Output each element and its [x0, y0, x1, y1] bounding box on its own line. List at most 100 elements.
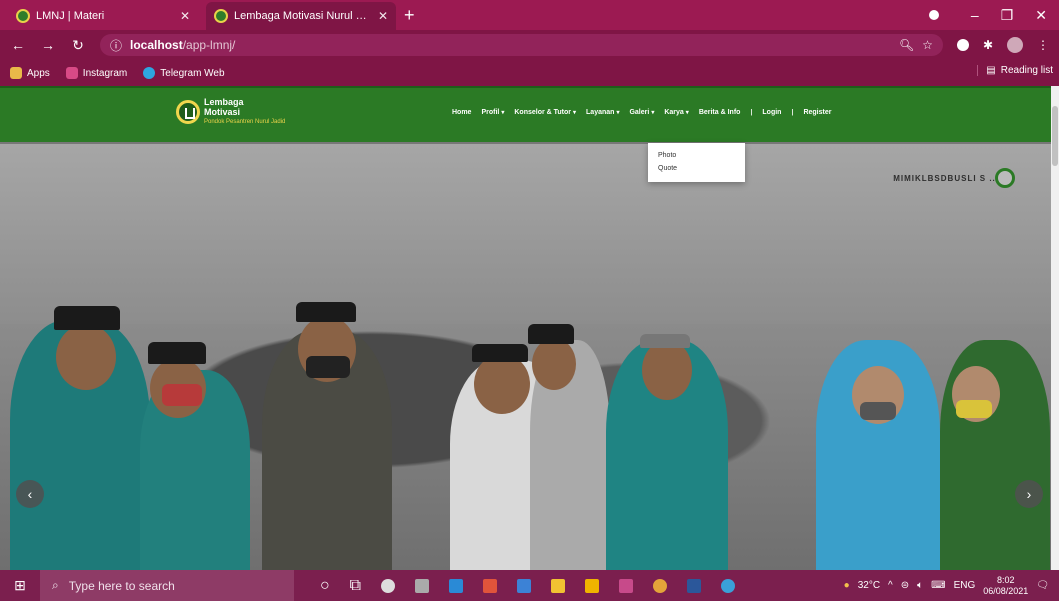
back-icon[interactable]: ← — [10, 37, 26, 53]
reading-list-button[interactable]: ▤ Reading list — [977, 65, 1053, 76]
tab-title: LMNJ | Materi — [36, 10, 105, 22]
bookmark-apps[interactable]: Apps — [10, 67, 50, 79]
zoom-icon[interactable]: 🔍︎ — [899, 38, 914, 52]
clock[interactable]: 8:02 06/08/2021 — [983, 575, 1028, 597]
menu-separator: | — [750, 109, 753, 116]
reload-icon[interactable]: ↻ — [70, 37, 86, 54]
volume-icon[interactable]: 🔈︎ — [917, 580, 923, 591]
tab-title: Lembaga Motivasi Nurul Jadid - — [234, 10, 372, 22]
search-icon: ⌕ — [52, 578, 59, 592]
banner-text: MIMIKLBSDBUSLI S ... — [893, 174, 999, 183]
tray-chevron-icon[interactable]: ^ — [888, 580, 893, 591]
vscode-icon[interactable] — [449, 578, 464, 593]
language-indicator[interactable]: ENG — [954, 580, 976, 591]
app-icon[interactable] — [517, 578, 532, 593]
extensions-puzzle-icon[interactable]: ✱ — [983, 38, 993, 52]
site-navbar: Lembaga Motivasi Pondok Pesantren Nurul … — [0, 86, 1059, 142]
caret-down-icon: ▾ — [616, 110, 620, 116]
menu-item-home[interactable]: Home — [452, 109, 471, 116]
windows-taskbar: ⊞ ⌕ Type here to search ○ ⧉ ● 32°C ^ ⊜ 🔈… — [0, 570, 1059, 601]
menu-item-profil[interactable]: Profil ▾ — [481, 109, 504, 116]
main-menu: Home Profil ▾ Konselor & Tutor ▾ Layanan ▾ … — [452, 109, 831, 116]
keyboard-icon[interactable]: ⌨ — [931, 580, 945, 591]
close-tab-icon[interactable]: ✕ — [180, 9, 190, 23]
bookmarks-bar: Apps Instagram Telegram Web ▤ Reading lis… — [0, 60, 1059, 86]
word-icon[interactable] — [687, 578, 702, 593]
notifications-icon[interactable]: 🗨︎ — [1036, 580, 1049, 591]
dropdown-item-quote[interactable]: Quote — [658, 162, 735, 175]
app-icon[interactable] — [721, 578, 736, 593]
url-bar[interactable]: ⓘ localhost/app-lmnj/ 🔍︎ ☆ — [100, 34, 943, 56]
caret-down-icon: ▾ — [501, 110, 505, 116]
cortana-icon[interactable]: ○ — [320, 577, 330, 595]
url-host: localhost — [130, 38, 183, 52]
menu-item-karya[interactable]: Karya ▾ — [664, 109, 688, 116]
peci-cap — [640, 334, 690, 348]
menu-item-berita-info[interactable]: Berita & Info — [699, 109, 741, 116]
menu-item-galeri[interactable]: Galeri ▾ — [629, 109, 654, 116]
instagram-icon — [65, 67, 78, 79]
logo-text: Lembaga Motivasi Pondok Pesantren Nurul … — [204, 97, 286, 125]
tab-lmnj-materi[interactable]: LMNJ | Materi ✕ — [8, 2, 198, 30]
chrome-icon[interactable] — [653, 578, 668, 593]
system-tray: ● 32°C ^ ⊜ 🔈︎ ⌨ ENG 8:02 06/08/2021 🗨︎ — [844, 575, 1059, 597]
close-tab-icon[interactable]: ✕ — [378, 9, 388, 23]
browser-window: LMNJ | Materi ✕ Lembaga Motivasi Nurul J… — [0, 0, 1059, 601]
minimize-icon[interactable]: – — [971, 7, 979, 23]
window-controls: – ❐ ✕ — [928, 0, 1059, 30]
close-window-icon[interactable]: ✕ — [1035, 7, 1047, 24]
pinned-apps: ○ ⧉ — [320, 577, 736, 595]
site-info-icon[interactable]: ⓘ — [110, 37, 122, 54]
menu-kebab-icon[interactable]: ⋮ — [1037, 38, 1049, 52]
app-icon[interactable] — [619, 578, 634, 593]
telegram-icon — [143, 67, 156, 79]
profile-avatar[interactable] — [1007, 37, 1023, 53]
bookmark-star-icon[interactable]: ☆ — [922, 38, 933, 52]
page-scrollbar[interactable] — [1051, 86, 1059, 570]
scrollbar-thumb[interactable] — [1052, 106, 1058, 166]
camera-app-icon[interactable] — [415, 578, 430, 593]
sticky-notes-icon[interactable] — [585, 578, 600, 593]
carousel-next-button[interactable]: › — [1015, 480, 1043, 508]
reading-list-icon: ▤ — [986, 65, 996, 76]
person-head — [642, 340, 692, 400]
menu-item-konselor-tutor[interactable]: Konselor & Tutor ▾ — [514, 109, 576, 116]
forward-icon[interactable]: → — [40, 37, 56, 53]
windows-start-icon[interactable]: ⊞ — [0, 570, 40, 601]
extensions-area: ✱ ⋮ — [956, 37, 1049, 53]
tab-lembaga-motivasi[interactable]: Lembaga Motivasi Nurul Jadid - ✕ — [206, 2, 396, 30]
dropdown-item-photo[interactable]: Photo — [658, 149, 735, 162]
web-page: MIMIKLBSDBUSLI S ... Lembaga Motivasi Po… — [0, 86, 1059, 570]
peci-cap — [528, 324, 574, 344]
search-placeholder: Type here to search — [68, 578, 175, 593]
extension-icon[interactable] — [956, 39, 969, 51]
recording-indicator-icon — [928, 10, 939, 20]
address-toolbar: ← → ↻ ⓘ localhost/app-lmnj/ 🔍︎ ☆ ✱ ⋮ — [0, 30, 1059, 60]
file-explorer-icon[interactable] — [551, 578, 566, 593]
menu-item-layanan[interactable]: Layanan ▾ — [586, 109, 619, 116]
peci-cap — [148, 342, 206, 364]
task-view-icon[interactable]: ⧉ — [350, 577, 361, 595]
app-icon[interactable] — [483, 578, 498, 593]
carousel-prev-button[interactable]: ‹ — [16, 480, 44, 508]
peci-cap — [472, 344, 528, 362]
face-mask — [860, 402, 896, 420]
face-mask — [306, 356, 350, 378]
maximize-icon[interactable]: ❐ — [1001, 7, 1014, 24]
menu-item-login[interactable]: Login — [762, 109, 781, 116]
menu-item-register[interactable]: Register — [803, 109, 831, 116]
new-tab-button[interactable]: + — [404, 5, 415, 26]
bookmark-telegram[interactable]: Telegram Web — [143, 67, 225, 79]
weather-icon: ● — [843, 580, 850, 591]
weather-temp[interactable]: 32°C — [858, 580, 880, 591]
app-icon[interactable] — [381, 578, 396, 593]
peci-cap — [54, 306, 120, 330]
site-favicon-icon — [214, 9, 228, 23]
peci-cap — [296, 302, 356, 322]
network-icon[interactable]: ⊜ — [901, 580, 909, 591]
lembaga-emblem-icon — [176, 100, 200, 124]
url-path: /app-lmnj/ — [182, 38, 236, 52]
site-logo[interactable]: Lembaga Motivasi Pondok Pesantren Nurul … — [176, 97, 285, 127]
bookmark-instagram[interactable]: Instagram — [65, 67, 127, 79]
taskbar-search-box[interactable]: ⌕ Type here to search — [40, 570, 294, 601]
